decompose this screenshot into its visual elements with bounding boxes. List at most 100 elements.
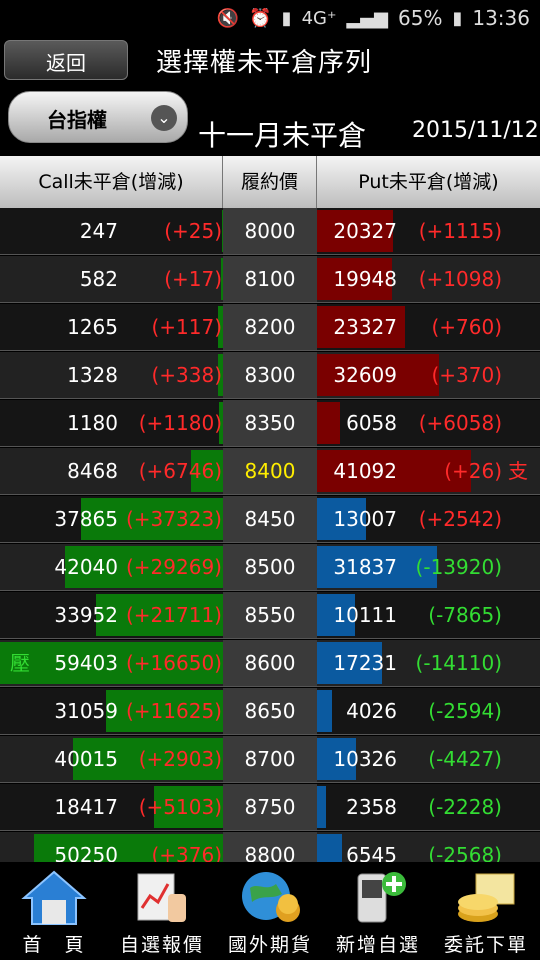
strike-price: 8700: [244, 747, 296, 771]
put-oi-change: (+2542): [418, 507, 502, 531]
globe-icon: [236, 868, 304, 926]
table-row[interactable]: 42040 (+29269) 8500 31837 (-13920): [0, 544, 540, 591]
strike-price: 8200: [244, 315, 296, 339]
call-oi-change: (+117): [151, 315, 222, 339]
strike-price: 8000: [244, 219, 296, 243]
nav-item[interactable]: 自選報價: [108, 862, 216, 960]
call-oi-value: 1180: [67, 411, 118, 435]
table-row[interactable]: 59403 (+16650) 8600 17231 (-14110) 壓: [0, 640, 540, 687]
back-button[interactable]: 返回: [4, 40, 128, 80]
call-oi-value: 582: [79, 267, 118, 291]
put-oi-value: 6058: [346, 411, 397, 435]
oi-table[interactable]: 247 (+25) 8000 20327 (+1115) 582 (+17) 8100 1994…: [0, 208, 540, 862]
strike-price: 8400: [244, 459, 296, 483]
battery-percent: 65%: [398, 6, 443, 30]
nav-item[interactable]: 首 頁: [0, 862, 108, 960]
put-oi-value: 10111: [333, 603, 397, 627]
call-oi-value: 247: [79, 219, 118, 243]
strike-price: 8300: [244, 363, 296, 387]
call-oi-change: (+17): [164, 267, 222, 291]
call-oi-change: (+16650): [126, 651, 222, 675]
put-oi-value: 23327: [333, 315, 397, 339]
order-icon: [452, 868, 520, 926]
put-oi-change: (-7865): [428, 603, 502, 627]
call-oi-value: 37865: [54, 507, 118, 531]
nav-item-label: 委託下單: [443, 934, 528, 956]
call-oi-change: (+1180): [138, 411, 222, 435]
signal-icon: ▂▄▆: [346, 7, 388, 29]
table-row[interactable]: 1265 (+117) 8200 23327 (+760): [0, 304, 540, 351]
put-oi-value: 10326: [333, 747, 397, 771]
table-row[interactable]: 18417 (+5103) 8750 2358 (-2228): [0, 784, 540, 831]
put-oi-value: 17231: [333, 651, 397, 675]
status-bar: 🔇 ⏰ ▮ 4G⁺ ▂▄▆ 65% ▮ 13:36: [0, 0, 540, 36]
call-oi-value: 33952: [54, 603, 118, 627]
call-oi-change: (+2903): [138, 747, 222, 771]
nav-item[interactable]: 委託下單: [432, 862, 540, 960]
nav-item-label: 首 頁: [22, 934, 86, 956]
put-oi-change: (-2228): [428, 795, 502, 819]
put-oi-value: 4026: [346, 699, 397, 723]
table-row[interactable]: 8468 (+6746) 8400 41092 (+26) 支: [0, 448, 540, 495]
table-row[interactable]: 40015 (+2903) 8700 10326 (-4427): [0, 736, 540, 783]
strike-price: 8750: [244, 795, 296, 819]
watchlist-icon: [128, 868, 196, 926]
put-oi-change: (+370): [431, 363, 502, 387]
add-phone-icon: [344, 868, 412, 926]
put-oi-change: (-13920): [415, 555, 502, 579]
put-oi-change: (-4427): [428, 747, 502, 771]
sub-header: 台指權 ⌄ 十一月未平倉 2015/11/12: [0, 86, 540, 156]
chevron-down-icon: ⌄: [151, 105, 177, 131]
nav-item-label: 國外期貨: [227, 934, 312, 956]
nav-item[interactable]: 國外期貨: [216, 862, 324, 960]
clock: 13:36: [472, 6, 530, 30]
strike-column-header[interactable]: 履約價: [223, 156, 317, 208]
table-row[interactable]: 1180 (+1180) 8350 6058 (+6058): [0, 400, 540, 447]
call-column-header[interactable]: Call未平倉(增減): [0, 156, 223, 208]
product-dropdown[interactable]: 台指權 ⌄: [8, 91, 188, 143]
strike-price: 8600: [244, 651, 296, 675]
call-oi-change: (+21711): [126, 603, 222, 627]
table-row[interactable]: 247 (+25) 8000 20327 (+1115): [0, 208, 540, 255]
call-oi-value: 1328: [67, 363, 118, 387]
put-oi-change: (-14110): [415, 651, 502, 675]
strike-price: 8800: [244, 843, 296, 862]
put-oi-value: 20327: [333, 219, 397, 243]
call-oi-value: 40015: [54, 747, 118, 771]
put-oi-change: (+1115): [418, 219, 502, 243]
nav-item-label: 自選報價: [119, 934, 204, 956]
call-oi-change: (+25): [164, 219, 222, 243]
table-row[interactable]: 31059 (+11625) 8650 4026 (-2594): [0, 688, 540, 735]
table-row[interactable]: 50250 (+376) 8800 6545 (-2568): [0, 832, 540, 862]
put-oi-value: 31837: [333, 555, 397, 579]
table-row[interactable]: 582 (+17) 8100 19948 (+1098): [0, 256, 540, 303]
put-oi-change: (+26): [444, 459, 502, 483]
put-oi-value: 2358: [346, 795, 397, 819]
put-oi-value: 41092: [333, 459, 397, 483]
put-oi-change: (+6058): [418, 411, 502, 435]
call-oi-change: (+338): [151, 363, 222, 387]
strike-price: 8450: [244, 507, 296, 531]
table-row[interactable]: 1328 (+338) 8300 32609 (+370): [0, 352, 540, 399]
mute-icon: 🔇: [216, 7, 240, 29]
date-label: 2015/11/12: [412, 118, 539, 143]
nav-item-label: 新增自選: [335, 934, 420, 956]
put-oi-value: 32609: [333, 363, 397, 387]
nav-item[interactable]: 新增自選: [324, 862, 432, 960]
call-oi-value: 1265: [67, 315, 118, 339]
table-row[interactable]: 37865 (+37323) 8450 13007 (+2542): [0, 496, 540, 543]
bottom-nav: 首 頁 自選報價 國外期貨 新增自選 委託下單: [0, 862, 540, 960]
call-oi-change: (+29269): [126, 555, 222, 579]
battery-icon: ▮: [452, 7, 463, 29]
product-dropdown-label: 台指權: [47, 108, 107, 132]
sim-icon: ▮: [281, 7, 292, 29]
home-icon: [20, 868, 88, 926]
put-column-header[interactable]: Put未平倉(增減): [317, 156, 540, 208]
table-row[interactable]: 33952 (+21711) 8550 10111 (-7865): [0, 592, 540, 639]
put-oi-change: (-2568): [428, 843, 502, 862]
call-oi-value: 42040: [54, 555, 118, 579]
call-oi-value: 59403: [54, 651, 118, 675]
put-oi-change: (+760): [431, 315, 502, 339]
call-oi-change: (+37323): [126, 507, 222, 531]
call-oi-value: 31059: [54, 699, 118, 723]
